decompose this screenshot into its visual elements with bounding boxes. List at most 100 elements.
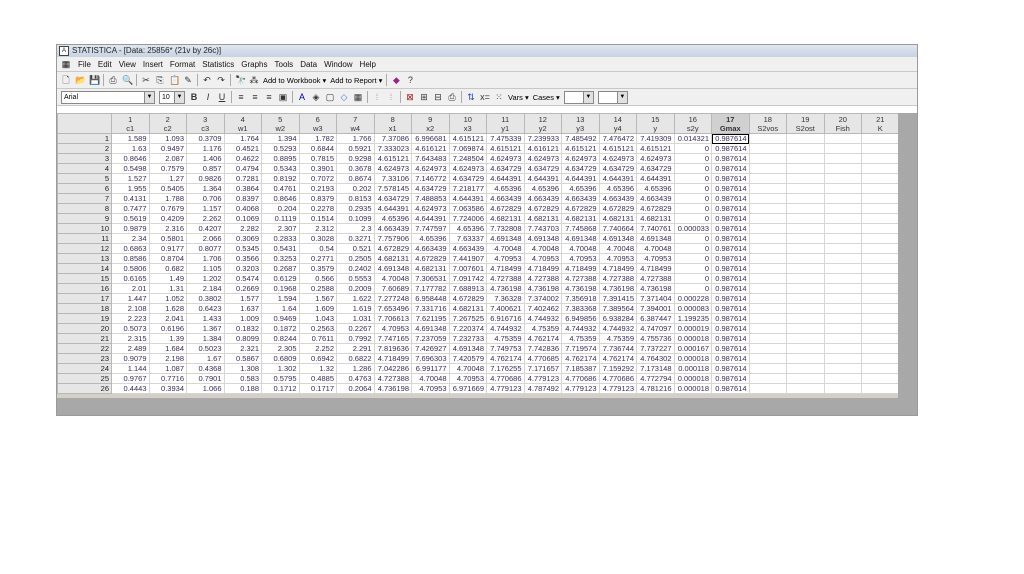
column-header-x2[interactable]: 9 x2	[411, 113, 450, 134]
cell-k[interactable]	[861, 173, 900, 184]
cell-y[interactable]: 4.736198	[636, 283, 675, 294]
cell-gmax[interactable]: 0.987614	[711, 323, 750, 334]
cell-s2y[interactable]: 0.000019	[673, 323, 712, 334]
cell-gmax[interactable]: 0.987614	[711, 373, 750, 384]
cell-c1[interactable]: 0.8586	[111, 253, 150, 264]
cell-y1[interactable]: 4.779123	[486, 383, 525, 394]
row-header[interactable]: 13	[57, 253, 112, 264]
cell-y4[interactable]: 4.691348	[598, 233, 637, 244]
cell-x2[interactable]: 7.331716	[411, 303, 450, 314]
cell-y2[interactable]: 4.682131	[523, 213, 562, 224]
cell-y3[interactable]: 4.644391	[561, 173, 600, 184]
cell-x1[interactable]: 4.682131	[373, 253, 412, 264]
cell-y4[interactable]: 7.389564	[598, 303, 637, 314]
cell-s2y[interactable]: 0.000018	[673, 373, 712, 384]
cell-w3[interactable]: 0.3579	[298, 263, 337, 274]
cell-k[interactable]	[861, 323, 900, 334]
cell-w1[interactable]: 0.4068	[223, 203, 262, 214]
cell-w1[interactable]: 2.321	[223, 343, 262, 354]
cell-y3[interactable]: 7.356918	[561, 293, 600, 304]
cell-x3[interactable]: 7.63337	[448, 233, 487, 244]
cell-c1[interactable]: 1.63	[111, 143, 150, 154]
cell-gmax[interactable]: 0.987614	[711, 283, 750, 294]
cell-s2ost[interactable]	[786, 223, 825, 234]
menu-file[interactable]: File	[78, 60, 91, 69]
cell-x1[interactable]: 4.634729	[373, 193, 412, 204]
cell-c3[interactable]: 0.706	[186, 193, 225, 204]
cell-x3[interactable]: 7.007601	[448, 263, 487, 274]
cell-s2ost[interactable]	[786, 343, 825, 354]
cell-w1[interactable]: 0.3566	[223, 253, 262, 264]
row-header[interactable]: 21	[57, 333, 112, 344]
cell-fish[interactable]	[823, 243, 862, 254]
cell-y3[interactable]: 7.383368	[561, 303, 600, 314]
cell-s2ost[interactable]	[786, 243, 825, 254]
cases-button[interactable]: Cases ▾	[533, 93, 560, 102]
cell-y[interactable]: 4.615121	[636, 143, 675, 154]
cell-y2[interactable]: 7.239933	[523, 133, 562, 144]
cell-x2[interactable]: 6.958448	[411, 293, 450, 304]
cell-s2y[interactable]: 0.000018	[673, 333, 712, 344]
cell-c2[interactable]: 0.7716	[148, 373, 187, 384]
cell-y[interactable]: 4.624973	[636, 153, 675, 164]
cell-s2vos[interactable]	[748, 263, 787, 274]
cell-c2[interactable]: 2.087	[148, 153, 187, 164]
cell-fish[interactable]	[823, 333, 862, 344]
cell-x3[interactable]: 7.688913	[448, 283, 487, 294]
cell-w3[interactable]: 1.567	[298, 293, 337, 304]
cell-gmax[interactable]: 0.987614	[711, 343, 750, 354]
cell-s2vos[interactable]	[748, 363, 787, 374]
cell-w4[interactable]: 0.3271	[336, 233, 375, 244]
cell-y4[interactable]: 4.682131	[598, 213, 637, 224]
cell-gmax[interactable]: 0.987614	[711, 223, 750, 234]
row-header[interactable]: 25	[57, 373, 112, 384]
cell-y[interactable]: 7.419309	[636, 133, 675, 144]
cell-k[interactable]	[861, 223, 900, 234]
row-header[interactable]: 22	[57, 343, 112, 354]
cell-x2[interactable]: 4.624973	[411, 203, 450, 214]
cell-y2[interactable]: 4.727388	[523, 273, 562, 284]
cell-x3[interactable]: 4.644391	[448, 193, 487, 204]
cell-w4[interactable]: 1.622	[336, 293, 375, 304]
row-header[interactable]: 26	[57, 383, 112, 394]
cell-s2ost[interactable]	[786, 363, 825, 374]
cell-s2ost[interactable]	[786, 193, 825, 204]
cell-y3[interactable]: 4.736198	[561, 283, 600, 294]
cell-y2[interactable]: 4.624973	[523, 153, 562, 164]
cell-c1[interactable]: 2.01	[111, 283, 150, 294]
cell-y1[interactable]: 7.176255	[486, 363, 525, 374]
cell-k[interactable]	[861, 333, 900, 344]
cell-y1[interactable]: 6.916716	[486, 313, 525, 324]
font-size-select[interactable]: 10 ▼	[159, 90, 185, 104]
cell-c2[interactable]: 0.9497	[148, 143, 187, 154]
cell-k[interactable]	[861, 243, 900, 254]
cell-y[interactable]: 4.718499	[636, 263, 675, 274]
cell-w2[interactable]: 2.307	[261, 223, 300, 234]
cell-w2[interactable]: 0.5431	[261, 243, 300, 254]
cell-gmax[interactable]: 0.987614	[711, 383, 750, 394]
cell-c3[interactable]: 0.6423	[186, 303, 225, 314]
row-header[interactable]: 4	[57, 163, 112, 174]
cell-x2[interactable]: 4.634729	[411, 183, 450, 194]
row-header[interactable]: 20	[57, 323, 112, 334]
cell-k[interactable]	[861, 273, 900, 284]
cell-y1[interactable]: 4.644391	[486, 173, 525, 184]
cell-y3[interactable]: 4.762174	[561, 353, 600, 364]
cell-y4[interactable]: 4.727388	[598, 273, 637, 284]
save-icon[interactable]: 💾	[89, 75, 100, 85]
cell-w1[interactable]: 0.1832	[223, 323, 262, 334]
cell-fish[interactable]	[823, 203, 862, 214]
cell-x2[interactable]: 7.237059	[411, 333, 450, 344]
cell-c3[interactable]: 1.67	[186, 353, 225, 364]
cell-y3[interactable]: 7.719574	[561, 343, 600, 354]
cell-y[interactable]: 4.691348	[636, 233, 675, 244]
cell-y3[interactable]: 4.75359	[561, 333, 600, 344]
cell-fish[interactable]	[823, 373, 862, 384]
cell-x3[interactable]: 4.70953	[448, 373, 487, 384]
cell-y1[interactable]: 4.682131	[486, 213, 525, 224]
fill-random-icon[interactable]: ⁙	[494, 92, 504, 102]
cell-fish[interactable]	[823, 133, 862, 144]
cell-w3[interactable]: 0.2771	[298, 253, 337, 264]
cell-w1[interactable]: 0.583	[223, 373, 262, 384]
menu-format[interactable]: Format	[170, 60, 195, 69]
